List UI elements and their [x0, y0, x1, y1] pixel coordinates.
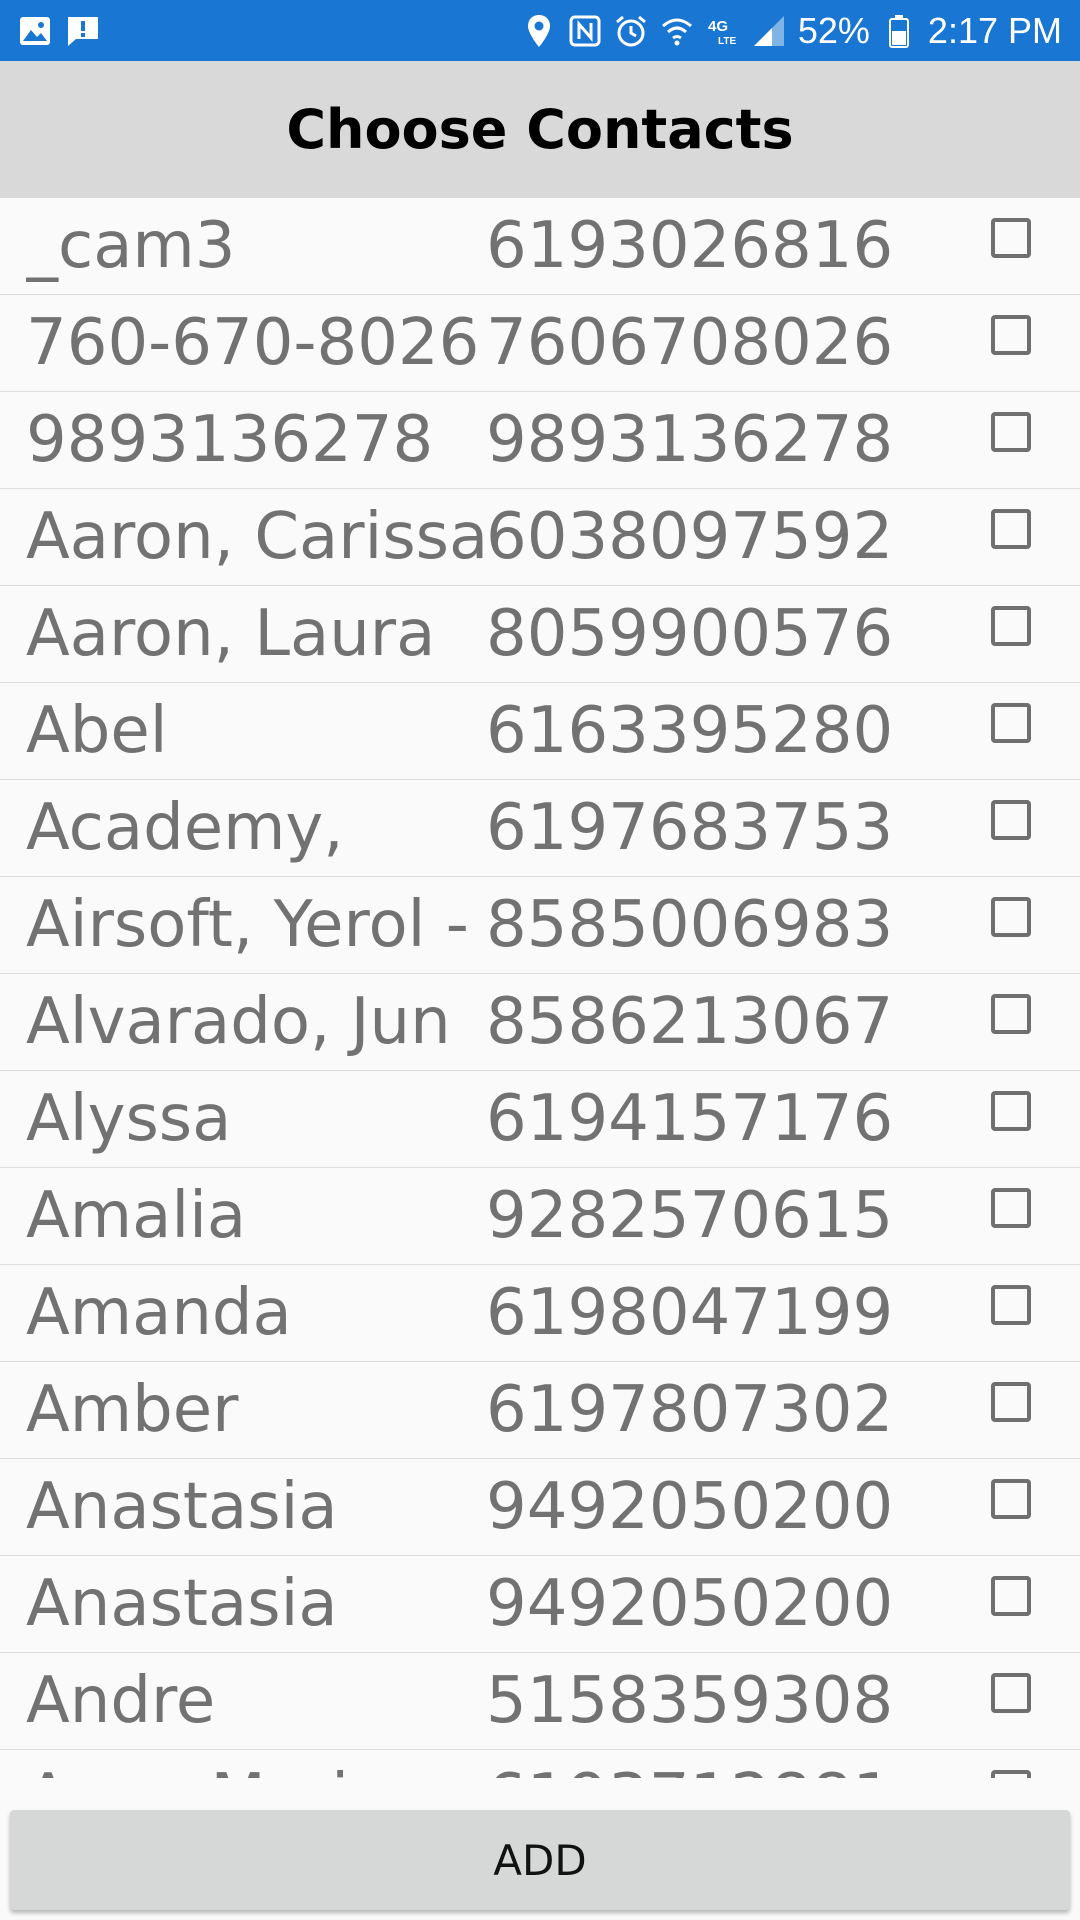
- contact-checkbox[interactable]: [991, 315, 1031, 355]
- page-title: Choose Contacts: [286, 98, 794, 161]
- contact-checkbox[interactable]: [991, 994, 1031, 1034]
- contact-row[interactable]: Andre 5158359308: [0, 1653, 1080, 1750]
- contact-row[interactable]: Airsoft, Yerol -8585006983: [0, 877, 1080, 974]
- contact-name: Aaron, Laura: [26, 597, 436, 671]
- contact-name: Anna Maria: [26, 1750, 484, 1778]
- contact-name: Abel: [26, 694, 168, 768]
- contact-row[interactable]: Abel 6163395280: [0, 683, 1080, 780]
- contact-row[interactable]: Aaron, Carissa 6038097592: [0, 489, 1080, 586]
- contact-name: Airsoft, Yerol -: [26, 888, 469, 962]
- contact-phone: 6198047199: [486, 1276, 894, 1350]
- contact-phone: 8059900576: [486, 597, 894, 671]
- contact-phone: 6197683753: [486, 791, 894, 865]
- contact-row[interactable]: Anastasia 9492050200: [0, 1556, 1080, 1653]
- contact-name: Alyssa: [26, 1082, 232, 1156]
- contact-name: Academy,: [26, 791, 344, 865]
- contact-name: Aaron, Carissa: [26, 500, 484, 574]
- battery-percent: 52%: [797, 9, 870, 51]
- contact-phone: 6194157176: [486, 1082, 894, 1156]
- contact-row[interactable]: Alyssa 6194157176: [0, 1071, 1080, 1168]
- contact-checkbox[interactable]: [991, 703, 1031, 743]
- clock-time: 2:17 PM: [927, 9, 1062, 51]
- battery-icon: [882, 14, 916, 48]
- status-bar-right: 4G LTE 52% 2:17 PM: [522, 9, 1062, 51]
- wifi-icon: [660, 14, 694, 48]
- contact-row[interactable]: 760-670-8026, 7606708026: [0, 295, 1080, 392]
- contact-phone: 7606708026: [486, 306, 894, 380]
- contact-checkbox[interactable]: [991, 509, 1031, 549]
- contact-name: Anastasia: [26, 1470, 338, 1544]
- contact-checkbox[interactable]: [991, 1285, 1031, 1325]
- contact-row[interactable]: Academy, 6197683753: [0, 780, 1080, 877]
- contact-checkbox[interactable]: [991, 800, 1031, 840]
- 4g-lte-icon: 4G LTE: [706, 14, 740, 48]
- contact-phone: 6163395280: [486, 694, 894, 768]
- contact-checkbox[interactable]: [991, 1770, 1031, 1778]
- contact-row[interactable]: Aaron, Laura 8059900576: [0, 586, 1080, 683]
- contact-checkbox[interactable]: [991, 1091, 1031, 1131]
- contact-checkbox[interactable]: [991, 1576, 1031, 1616]
- contact-checkbox[interactable]: [991, 1382, 1031, 1422]
- contact-phone: 6038097592: [486, 500, 894, 574]
- contact-checkbox[interactable]: [991, 606, 1031, 646]
- contact-row[interactable]: Amalia 9282570615: [0, 1168, 1080, 1265]
- contact-name: Anastasia: [26, 1567, 338, 1641]
- contacts-list[interactable]: _cam3 6193026816 760-670-8026, 7606708026 98…: [0, 198, 1080, 1778]
- contact-name: Andre: [26, 1664, 216, 1738]
- contact-checkbox[interactable]: [991, 218, 1031, 258]
- contact-name: Amalia: [26, 1179, 247, 1253]
- contact-row[interactable]: _cam3 6193026816: [0, 198, 1080, 295]
- location-icon: [522, 14, 556, 48]
- add-button[interactable]: ADD: [10, 1810, 1070, 1910]
- contact-name: Amanda: [26, 1276, 292, 1350]
- contact-name: _cam3: [26, 209, 236, 283]
- contact-phone: 5158359308: [486, 1664, 894, 1738]
- contact-row[interactable]: Alvarado, Jun 8586213067: [0, 974, 1080, 1071]
- contact-phone: 6193712881: [486, 1750, 893, 1778]
- contact-row[interactable]: 9893136278 9893136278: [0, 392, 1080, 489]
- title-bar: Choose Contacts: [0, 61, 1080, 198]
- contact-checkbox[interactable]: [991, 1673, 1031, 1713]
- contact-checkbox[interactable]: [991, 1188, 1031, 1228]
- contact-phone: 6193026816: [486, 209, 894, 283]
- contact-phone: 8586213067: [486, 985, 894, 1059]
- contact-name: Alvarado, Jun: [26, 985, 451, 1059]
- svg-text:4G: 4G: [708, 18, 728, 35]
- contact-phone: 9492050200: [486, 1470, 894, 1544]
- status-bar: 4G LTE 52% 2:17 PM: [0, 0, 1080, 61]
- contact-phone: 9282570615: [486, 1179, 894, 1253]
- contact-phone: 8585006983: [486, 888, 894, 962]
- svg-text:LTE: LTE: [718, 36, 736, 47]
- alarm-icon: [614, 14, 648, 48]
- status-bar-left: [18, 14, 100, 48]
- image-icon: [18, 14, 52, 48]
- contact-name: Amber: [26, 1373, 239, 1447]
- contact-row[interactable]: Amber 6197807302: [0, 1362, 1080, 1459]
- contact-checkbox[interactable]: [991, 897, 1031, 937]
- contact-row[interactable]: Anastasia 9492050200: [0, 1459, 1080, 1556]
- message-alert-icon: [66, 14, 100, 48]
- contact-name: 760-670-8026,: [26, 306, 484, 380]
- contact-row[interactable]: Amanda 6198047199: [0, 1265, 1080, 1362]
- signal-icon: [752, 14, 786, 48]
- contact-checkbox[interactable]: [991, 412, 1031, 452]
- nfc-icon: [568, 14, 602, 48]
- footer: ADD: [0, 1778, 1080, 1920]
- contact-name: 9893136278: [26, 403, 434, 477]
- contact-phone: 9893136278: [486, 403, 894, 477]
- contact-phone: 9492050200: [486, 1567, 894, 1641]
- contact-phone: 6197807302: [486, 1373, 894, 1447]
- contact-row[interactable]: Anna Maria6193712881: [0, 1750, 1080, 1778]
- contact-checkbox[interactable]: [991, 1479, 1031, 1519]
